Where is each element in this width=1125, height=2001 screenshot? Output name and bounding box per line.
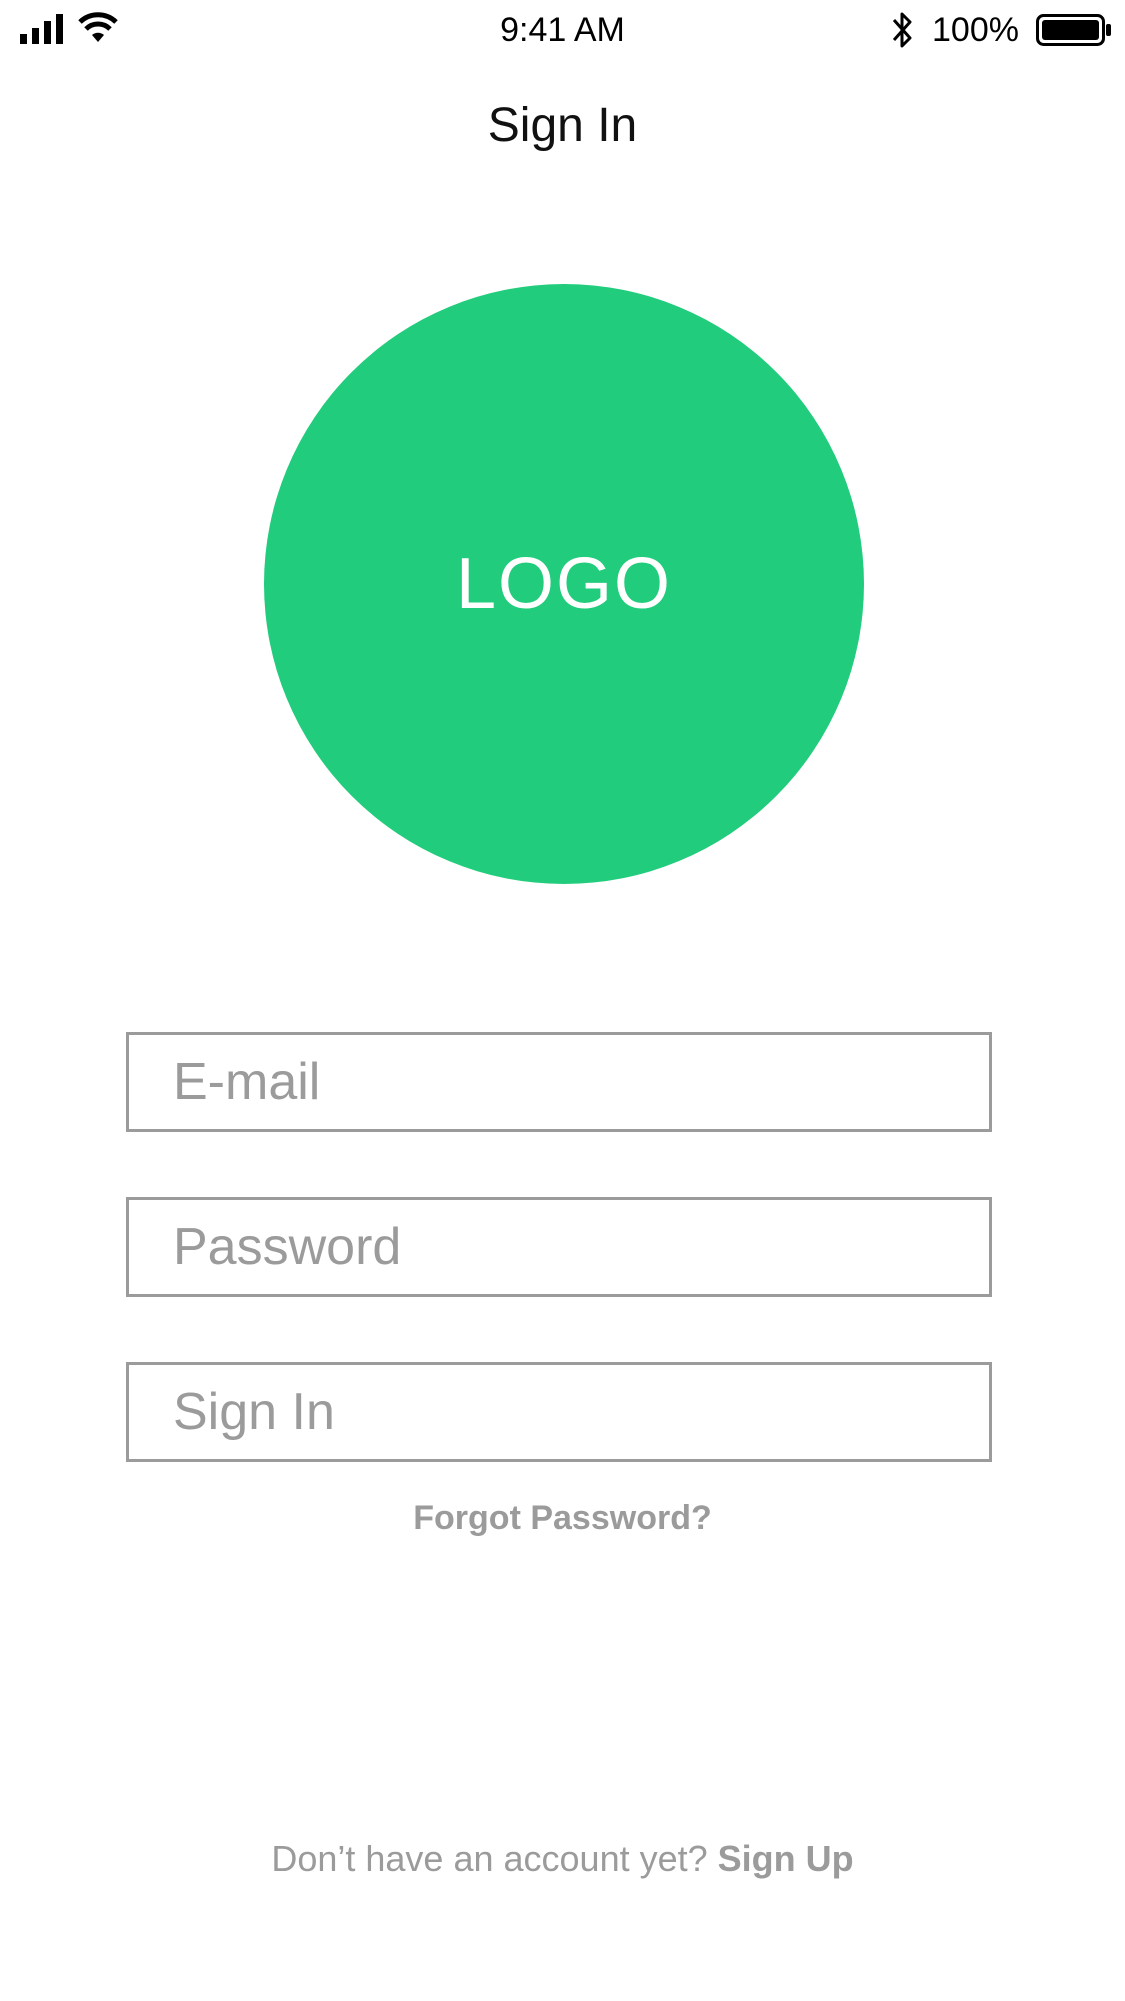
password-field[interactable]: Password [126,1197,992,1297]
sign-in-button[interactable]: Sign In [126,1362,992,1462]
signup-prompt: Don’t have an account yet? Sign Up [0,1836,1125,1882]
email-field[interactable]: E-mail [126,1032,992,1132]
status-bar: 9:41 AM 100% [0,0,1125,60]
logo: LOGO [264,284,864,884]
page-title: Sign In [487,99,638,152]
signup-prompt-text: Don’t have an account yet? [271,1838,708,1879]
battery-percent: 100% [932,11,1019,49]
password-placeholder: Password [173,1218,402,1276]
bluetooth-icon [892,12,912,48]
battery-icon [1036,14,1111,46]
forgot-password-link[interactable]: Forgot Password? [0,1496,1125,1540]
logo-text: LOGO [455,544,673,624]
email-placeholder: E-mail [173,1053,321,1111]
sign-in-button-label: Sign In [173,1383,335,1441]
sign-up-link[interactable]: Sign Up [718,1838,854,1879]
